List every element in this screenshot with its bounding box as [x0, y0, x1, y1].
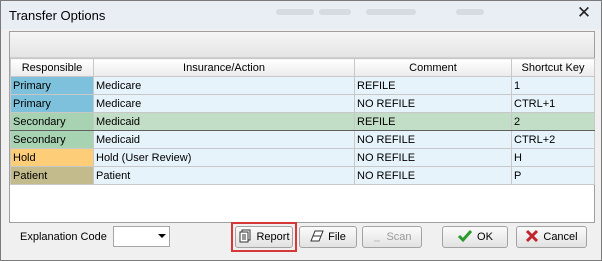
scan-button[interactable]: Scan [362, 226, 422, 248]
table-row[interactable]: Primary Medicare NO REFILE CTRL+1 [10, 94, 595, 113]
checkmark-icon [457, 229, 473, 246]
window-title: Transfer Options [9, 8, 106, 23]
transfer-options-window: Transfer Options ✕ Responsible Insurance… [0, 0, 602, 261]
cell-shortcut-key[interactable]: CTRL+2 [511, 130, 595, 149]
cell-comment[interactable]: NO REFILE [354, 130, 512, 149]
cell-insurance-action[interactable]: Medicaid [93, 112, 355, 131]
table-row[interactable]: Secondary Medicaid NO REFILE CTRL+2 [10, 130, 595, 149]
x-icon [525, 229, 539, 246]
cancel-button-label: Cancel [543, 231, 578, 243]
cell-comment[interactable]: NO REFILE [354, 148, 512, 167]
cell-insurance-action[interactable]: Patient [93, 166, 355, 185]
blurred-title-text [319, 9, 351, 15]
cell-responsible[interactable]: Patient [10, 166, 94, 185]
report-button-label: Report [256, 231, 290, 243]
column-header-responsible[interactable]: Responsible [10, 58, 94, 77]
cell-comment[interactable]: NO REFILE [354, 166, 512, 185]
column-header-insurance-action[interactable]: Insurance/Action [93, 58, 355, 77]
transfer-grid-panel: Responsible Insurance/Action Comment Sho… [9, 31, 595, 223]
report-button[interactable]: Report [235, 226, 293, 248]
cell-responsible[interactable]: Secondary [10, 130, 94, 149]
cancel-button[interactable]: Cancel [516, 226, 587, 248]
column-header-shortcut-key[interactable]: Shortcut Key [511, 58, 595, 77]
cell-insurance-action[interactable]: Medicare [93, 76, 355, 95]
cell-insurance-action[interactable]: Hold (User Review) [93, 148, 355, 167]
cell-shortcut-key[interactable]: 2 [511, 112, 595, 131]
cell-shortcut-key[interactable]: 1 [511, 76, 595, 95]
explanation-code-select[interactable] [113, 226, 170, 247]
close-icon[interactable]: ✕ [569, 3, 599, 23]
table-header-row: Responsible Insurance/Action Comment Sho… [10, 58, 595, 77]
chevron-down-icon[interactable] [158, 234, 166, 238]
blurred-title-text [276, 9, 314, 15]
cell-responsible[interactable]: Primary [10, 76, 94, 95]
cell-shortcut-key[interactable]: CTRL+1 [511, 94, 595, 113]
scan-button-label: Scan [386, 231, 412, 243]
table-row[interactable]: Hold Hold (User Review) NO REFILE H [10, 148, 595, 167]
title-bar: Transfer Options ✕ [1, 1, 601, 29]
cell-responsible[interactable]: Hold [10, 148, 94, 167]
explanation-code-label: Explanation Code [20, 231, 107, 243]
cell-insurance-action[interactable]: Medicare [93, 94, 355, 113]
cell-insurance-action[interactable]: Medicaid [93, 130, 355, 149]
cell-comment[interactable]: REFILE [354, 112, 512, 131]
scan-icon [372, 230, 382, 245]
cell-comment[interactable]: NO REFILE [354, 94, 512, 113]
cell-shortcut-key[interactable]: P [511, 166, 595, 185]
eraser-icon [310, 230, 324, 245]
blurred-title-text [456, 9, 484, 15]
table-row[interactable]: Primary Medicare REFILE 1 [10, 76, 595, 95]
file-button[interactable]: File [299, 226, 357, 248]
cell-responsible[interactable]: Secondary [10, 112, 94, 131]
column-header-comment[interactable]: Comment [354, 58, 512, 77]
table-row[interactable]: Patient Patient NO REFILE P [10, 166, 595, 185]
ok-button-label: OK [477, 231, 493, 243]
cell-shortcut-key[interactable]: H [511, 148, 595, 167]
grid-group-header [10, 32, 594, 58]
transfer-options-table: Responsible Insurance/Action Comment Sho… [10, 58, 595, 185]
cell-comment[interactable]: REFILE [354, 76, 512, 95]
table-row-selected[interactable]: Secondary Medicaid REFILE 2 [10, 112, 595, 131]
ok-button[interactable]: OK [442, 226, 508, 248]
document-icon [238, 229, 252, 246]
file-button-label: File [328, 231, 346, 243]
cell-responsible[interactable]: Primary [10, 94, 94, 113]
blurred-title-text [366, 9, 416, 15]
